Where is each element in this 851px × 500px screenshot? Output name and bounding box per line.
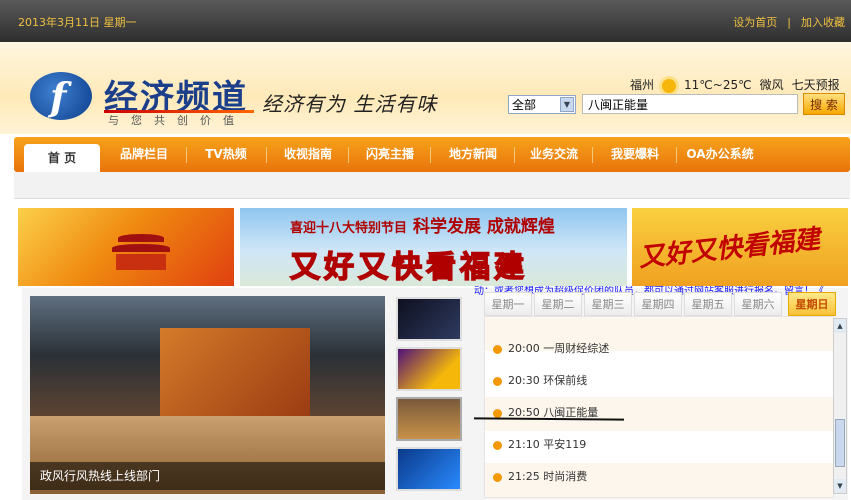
nav-tab-business-exchange[interactable]: 业务交流 — [516, 137, 592, 172]
banner-center-headline: 科学发展 成就辉煌 — [413, 217, 555, 237]
video-thumbnail[interactable] — [396, 447, 462, 491]
add-favorite-link[interactable]: 加入收藏 — [801, 16, 845, 29]
schedule-item[interactable]: 21:10 平安119 — [493, 435, 586, 455]
top-links: 设为首页 | 加入收藏 — [733, 14, 845, 30]
weather-temperature: 11℃~25℃ — [684, 78, 752, 92]
nav-divider — [186, 147, 187, 163]
scroll-up-icon[interactable]: ▲ — [834, 319, 846, 333]
featured-video[interactable]: 政风行风热线上线部门 — [30, 296, 385, 494]
sub-nav-bar — [14, 172, 850, 199]
search-scope-select[interactable]: 全部 ▼ — [508, 95, 576, 114]
schedule-time: 21:10 — [508, 438, 540, 451]
header-slogan: 经济有为 生活有味 — [262, 92, 438, 116]
schedule-item[interactable]: 21:25 时尚消费 — [493, 467, 587, 487]
top-bar: 2013年3月11日 星期一 设为首页 | 加入收藏 — [0, 0, 851, 42]
day-tab-saturday[interactable]: 星期六 — [734, 292, 782, 316]
play-bullet-icon — [493, 472, 502, 482]
day-tab-thursday[interactable]: 星期四 — [634, 292, 682, 316]
schedule-scrollbar[interactable]: ▲ ▼ — [833, 318, 847, 494]
weather-wind: 微风 — [759, 78, 784, 92]
day-tab-friday[interactable]: 星期五 — [684, 292, 732, 316]
nav-divider — [430, 147, 431, 163]
day-tab-monday[interactable]: 星期一 — [484, 292, 532, 316]
top-link-separator: | — [787, 16, 791, 29]
play-bullet-icon — [493, 408, 502, 418]
program-schedule: 20:00 一周财经综述 20:30 环保前线 20:50 八闽正能量 21:1… — [484, 316, 834, 498]
nav-divider — [514, 147, 515, 163]
nav-tab-oa-system[interactable]: OA办公系统 — [678, 137, 762, 172]
schedule-time: 21:25 — [508, 470, 540, 483]
nav-divider — [676, 147, 677, 163]
nav-tab-report-tip[interactable]: 我要爆料 — [594, 137, 676, 172]
nav-divider — [592, 147, 593, 163]
current-date: 2013年3月11日 星期一 — [18, 16, 137, 29]
video-thumbnail-selected[interactable] — [396, 397, 462, 441]
banner-right-ad[interactable]: 又好又快看福建 — [632, 208, 848, 286]
temple-illustration — [110, 228, 172, 272]
schedule-item[interactable]: 20:00 一周财经综述 — [493, 339, 609, 359]
nav-divider — [266, 147, 267, 163]
nav-tab-anchors[interactable]: 闪亮主播 — [350, 137, 430, 172]
nav-tab-brand-columns[interactable]: 品牌栏目 — [106, 137, 182, 172]
day-tab-tuesday[interactable]: 星期二 — [534, 292, 582, 316]
scrollbar-thumb[interactable] — [835, 419, 845, 467]
banner-center-subtitle: 喜迎十八大特别节目 — [290, 221, 408, 236]
search-button[interactable]: 搜 索 — [803, 93, 845, 115]
chevron-down-icon: ▼ — [560, 97, 574, 112]
weather-widget: 福州 11℃~25℃ 微风 七天预报 — [630, 76, 840, 93]
banner-left-ad[interactable] — [18, 208, 234, 286]
video-thumbnail[interactable] — [396, 347, 462, 391]
set-homepage-link[interactable]: 设为首页 — [733, 16, 777, 29]
day-tab-wednesday[interactable]: 星期三 — [584, 292, 632, 316]
schedule-time: 20:00 — [508, 342, 540, 355]
play-bullet-icon — [493, 376, 502, 386]
main-nav: 首 页 品牌栏目 TV热频 收视指南 闪亮主播 地方新闻 业务交流 我要爆料 O… — [14, 137, 850, 172]
banner-center-title: 又好又快看福建 — [289, 249, 528, 286]
channel-logo-icon[interactable] — [30, 72, 92, 120]
video-caption: 政风行风热线上线部门 — [30, 462, 385, 490]
day-tab-sunday[interactable]: 星期日 — [788, 292, 836, 316]
search-scope-value: 全部 — [512, 98, 537, 112]
schedule-title: 一周财经综述 — [543, 342, 610, 355]
sun-icon — [662, 78, 677, 93]
banner-center-ad[interactable]: 喜迎十八大特别节目 科学发展 成就辉煌 又好又快看福建 — [240, 208, 627, 286]
play-bullet-icon — [493, 440, 502, 450]
nav-tab-local-news[interactable]: 地方新闻 — [432, 137, 514, 172]
schedule-title: 时尚消费 — [543, 470, 588, 483]
search-input[interactable]: 八闽正能量 — [582, 94, 798, 114]
schedule-day-tabs: 星期一 星期二 星期三 星期四 星期五 星期六 星期日 — [484, 292, 838, 316]
nav-divider — [348, 147, 349, 163]
seven-day-forecast-link[interactable]: 七天预报 — [792, 78, 840, 92]
schedule-title: 环保前线 — [543, 374, 588, 387]
studio-screen — [160, 328, 310, 418]
weather-city: 福州 — [630, 78, 655, 92]
banner-right-title: 又好又快看福建 — [637, 224, 822, 274]
video-thumbnail[interactable] — [396, 297, 462, 341]
channel-tagline: 与您共创价值 — [108, 114, 246, 127]
schedule-title: 平安119 — [543, 438, 587, 451]
scroll-down-icon[interactable]: ▼ — [834, 479, 846, 493]
nav-tab-viewing-guide[interactable]: 收视指南 — [268, 137, 348, 172]
nav-tab-tv-hot[interactable]: TV热频 — [188, 137, 264, 172]
schedule-item[interactable]: 20:30 环保前线 — [493, 371, 587, 391]
banner-center-header: 喜迎十八大特别节目 科学发展 成就辉煌 — [290, 212, 555, 237]
play-bullet-icon — [493, 344, 502, 354]
nav-tab-home[interactable]: 首 页 — [24, 144, 100, 172]
schedule-time: 20:30 — [508, 374, 540, 387]
